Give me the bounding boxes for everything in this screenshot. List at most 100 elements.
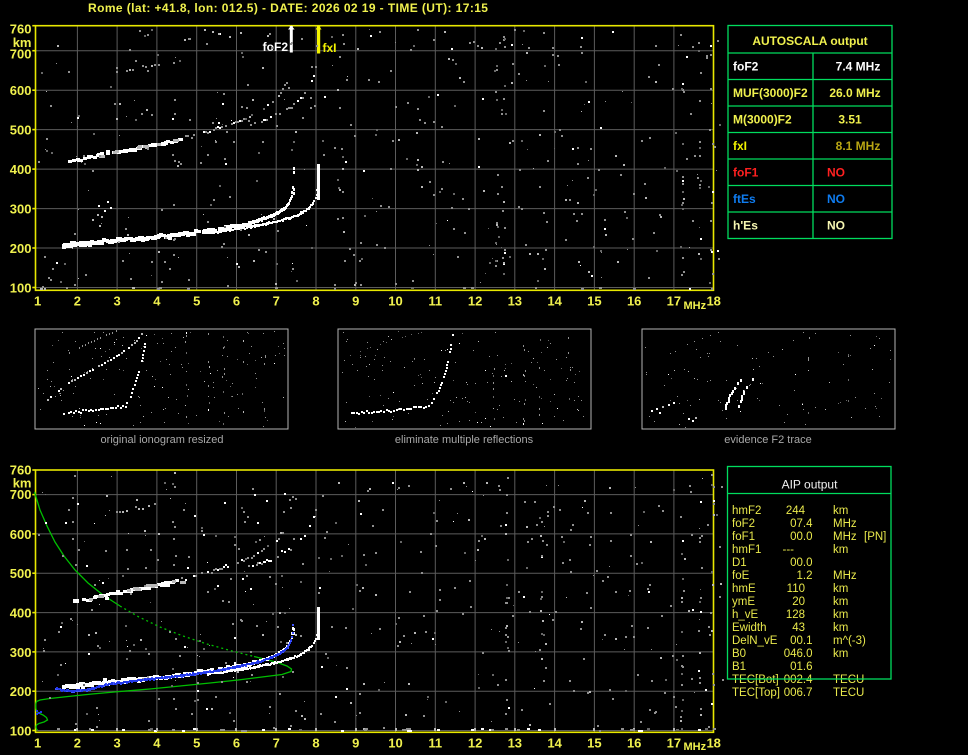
svg-text:17: 17 <box>667 736 681 751</box>
svg-text:100: 100 <box>10 281 32 296</box>
svg-text:002.4: 002.4 <box>784 674 813 686</box>
svg-text:4: 4 <box>153 294 161 309</box>
svg-text:128: 128 <box>786 609 805 621</box>
svg-text:1: 1 <box>34 294 41 309</box>
svg-text:km: km <box>833 596 848 608</box>
svg-text:200: 200 <box>10 684 32 699</box>
svg-text:13: 13 <box>508 736 522 751</box>
svg-text:500: 500 <box>10 566 32 581</box>
svg-text:15: 15 <box>587 736 601 751</box>
svg-text:evidence F2 trace: evidence F2 trace <box>724 434 811 446</box>
svg-text:5: 5 <box>193 294 200 309</box>
svg-text:15: 15 <box>587 294 601 309</box>
svg-text:6: 6 <box>233 294 240 309</box>
svg-text:400: 400 <box>10 606 32 621</box>
svg-text:---: --- <box>783 544 795 556</box>
svg-text:26.0 MHz: 26.0 MHz <box>829 86 880 100</box>
svg-text:km: km <box>833 505 848 517</box>
svg-text:20: 20 <box>792 596 805 608</box>
svg-text:12: 12 <box>468 294 482 309</box>
svg-text:1: 1 <box>34 736 41 751</box>
svg-text:00.1: 00.1 <box>790 635 812 647</box>
svg-text:500: 500 <box>10 123 32 138</box>
svg-text:7: 7 <box>273 294 280 309</box>
svg-text:Rome (lat: +41.8, lon: 012.5): Rome (lat: +41.8, lon: 012.5) - DATE: 20… <box>88 1 488 15</box>
svg-text:NO: NO <box>827 192 845 206</box>
svg-text:NO: NO <box>827 219 845 233</box>
svg-text:MHz: MHz <box>833 570 857 582</box>
svg-text:fxI: fxI <box>323 41 337 55</box>
svg-text:10: 10 <box>388 736 402 751</box>
svg-text:2: 2 <box>74 294 81 309</box>
svg-text:43: 43 <box>792 622 805 634</box>
svg-text:200: 200 <box>10 241 32 256</box>
svg-text:Ewidth: Ewidth <box>732 622 767 634</box>
svg-text:MHz: MHz <box>684 741 707 753</box>
svg-text:NO: NO <box>827 166 845 180</box>
svg-text:13: 13 <box>508 294 522 309</box>
svg-text:600: 600 <box>10 83 32 98</box>
svg-text:TEC[Top]: TEC[Top] <box>732 687 780 699</box>
svg-text:foF2: foF2 <box>263 40 289 54</box>
svg-text:5: 5 <box>193 736 200 751</box>
svg-text:AUTOSCALA output: AUTOSCALA output <box>752 34 867 48</box>
svg-text:hmF1: hmF1 <box>732 544 761 556</box>
svg-text:18: 18 <box>706 294 720 309</box>
svg-text:D1: D1 <box>732 557 747 569</box>
svg-text:h_vE: h_vE <box>732 609 759 621</box>
svg-text:MHz: MHz <box>833 531 857 543</box>
svg-text:foE: foE <box>732 570 750 582</box>
svg-text:foF2: foF2 <box>733 60 759 74</box>
svg-text:DelN_vE: DelN_vE <box>732 635 778 647</box>
svg-text:h'Es: h'Es <box>733 219 758 233</box>
svg-text:4: 4 <box>153 736 161 751</box>
svg-text:300: 300 <box>10 202 32 217</box>
svg-text:11: 11 <box>428 736 442 751</box>
svg-text:TECU: TECU <box>833 687 864 699</box>
svg-text:MHz: MHz <box>684 300 707 312</box>
svg-text:ymE: ymE <box>732 596 755 608</box>
svg-text:11: 11 <box>428 294 442 309</box>
svg-text:3: 3 <box>113 294 120 309</box>
svg-text:km: km <box>833 648 848 660</box>
svg-text:eliminate multiple reflections: eliminate multiple reflections <box>395 434 534 446</box>
svg-text:12: 12 <box>468 736 482 751</box>
svg-text:m^(-3): m^(-3) <box>833 635 866 647</box>
svg-text:110: 110 <box>787 583 805 595</box>
svg-text:7.4 MHz: 7.4 MHz <box>836 60 881 74</box>
svg-text:10: 10 <box>388 294 402 309</box>
svg-text:400: 400 <box>10 162 32 177</box>
svg-text:00.0: 00.0 <box>790 531 812 543</box>
svg-text:600: 600 <box>10 527 32 542</box>
svg-text:07.4: 07.4 <box>790 518 813 530</box>
svg-text:fxI: fxI <box>733 139 747 153</box>
svg-text:006.7: 006.7 <box>784 687 813 699</box>
svg-text:1.2: 1.2 <box>797 570 813 582</box>
svg-text:MUF(3000)F2: MUF(3000)F2 <box>733 86 808 100</box>
svg-text:14: 14 <box>547 736 562 751</box>
svg-text:km: km <box>833 622 848 634</box>
svg-text:17: 17 <box>667 294 681 309</box>
svg-text:3: 3 <box>113 736 120 751</box>
svg-text:original ionogram resized: original ionogram resized <box>101 434 224 446</box>
svg-text:foF2: foF2 <box>732 518 755 530</box>
svg-text:8.1 MHz: 8.1 MHz <box>836 139 881 153</box>
svg-text:00.0: 00.0 <box>790 557 812 569</box>
svg-text:300: 300 <box>10 645 32 660</box>
svg-text:foF1: foF1 <box>732 531 755 543</box>
svg-text:M(3000)F2: M(3000)F2 <box>733 113 792 127</box>
svg-text:km: km <box>833 544 848 556</box>
svg-text:8: 8 <box>312 294 319 309</box>
svg-text:km: km <box>833 583 848 595</box>
svg-text:7: 7 <box>273 736 280 751</box>
svg-text:100: 100 <box>10 724 32 739</box>
svg-text:14: 14 <box>547 294 562 309</box>
svg-text:700: 700 <box>10 47 32 62</box>
svg-text:B1: B1 <box>732 661 746 673</box>
svg-text:hmE: hmE <box>732 583 756 595</box>
svg-text:8: 8 <box>312 736 319 751</box>
svg-text:18: 18 <box>706 736 720 751</box>
svg-text:hmF2: hmF2 <box>732 505 761 517</box>
svg-text:16: 16 <box>627 294 641 309</box>
svg-text:9: 9 <box>352 736 359 751</box>
